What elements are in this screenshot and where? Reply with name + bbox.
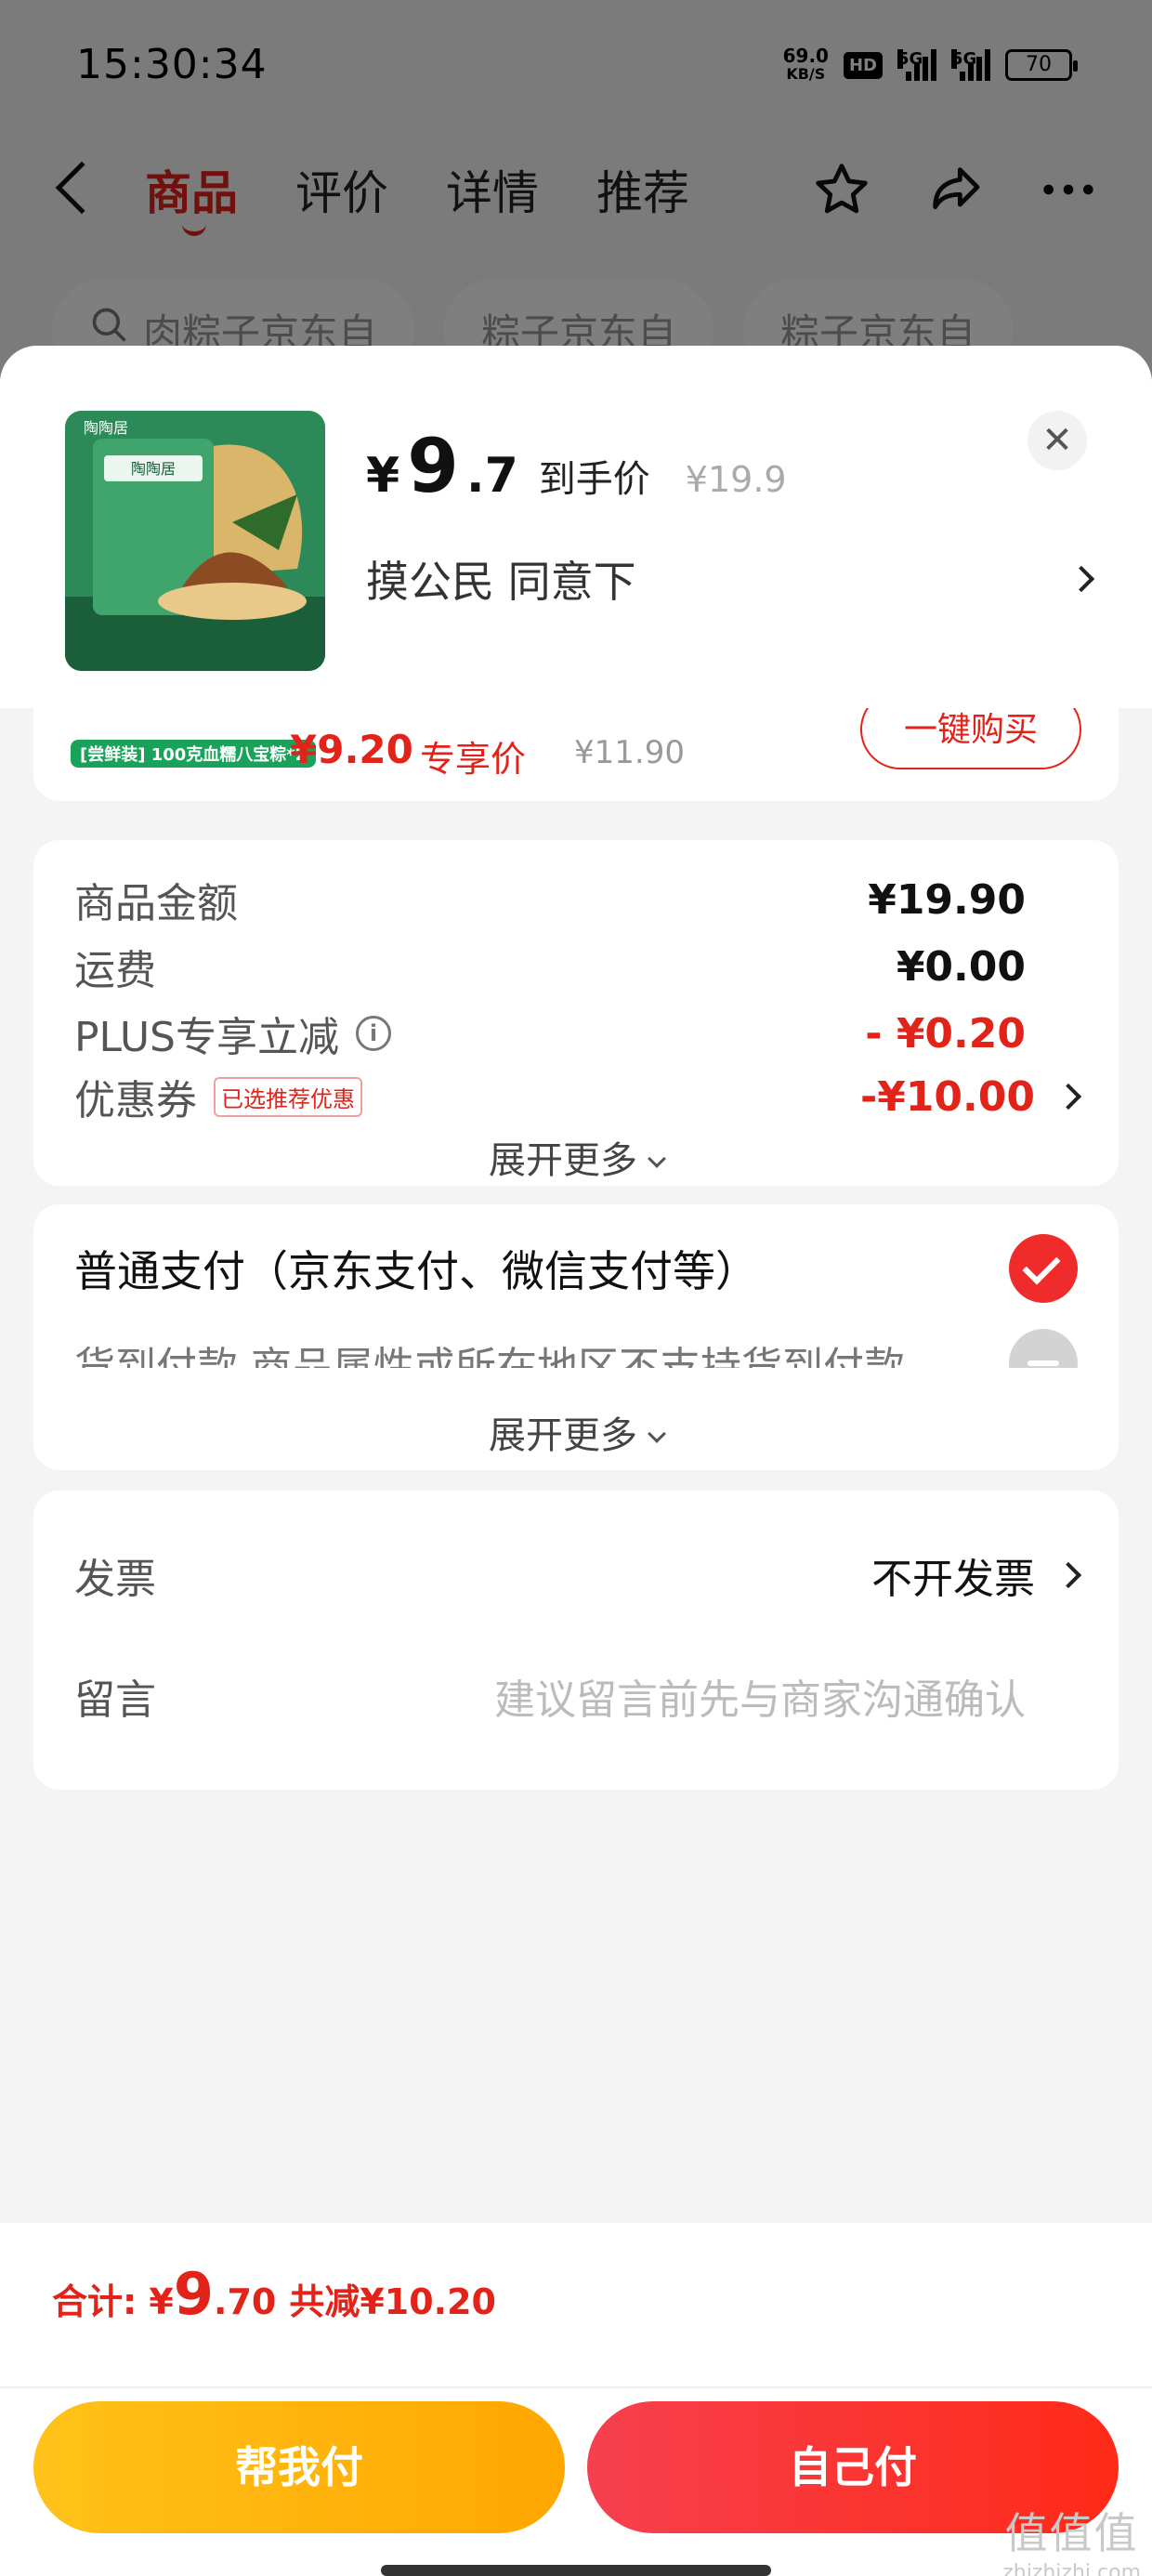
memo-input[interactable]: 建议留言前先与商家沟通确认 (494, 1666, 1078, 1726)
plus-discount-value: - ¥0.20 (865, 1009, 1026, 1058)
checked-icon[interactable] (1009, 1234, 1078, 1303)
watermark: 值值值 zhizhizhi.com (1002, 2508, 1141, 2576)
memo-row[interactable]: 留言 建议留言前先与商家沟通确认 (74, 1665, 1078, 1727)
info-icon[interactable]: i (356, 1016, 391, 1051)
home-indicator[interactable] (381, 2565, 771, 2576)
invoice-memo-card: 发票 不开发票 留言 建议留言前先与商家沟通确认 (33, 1491, 1119, 1790)
spec-text: 摸公民 同意下 (366, 557, 636, 607)
svg-text:陶陶居: 陶陶居 (84, 419, 128, 437)
help-pay-button[interactable]: 帮我付 (33, 2401, 565, 2533)
chevron-down-icon (648, 1150, 666, 1168)
invoice-row[interactable]: 发票 不开发票 (74, 1544, 1082, 1606)
checkout-bar: 合计: ¥ 9 .70 共减¥10.20 帮我付 自己付 (0, 2223, 1152, 2576)
shipping-row: 运费 ¥0.00 (74, 939, 1078, 995)
goods-amount-value: ¥19.90 (868, 875, 1026, 924)
goods-amount-label: 商品金额 (74, 880, 238, 927)
spec-selector[interactable]: 摸公民 同意下 (366, 548, 1095, 610)
goods-amount-row: 商品金额 ¥19.90 (74, 872, 1078, 928)
invoice-label: 发票 (74, 1556, 156, 1603)
price-summary-card: 商品金额 ¥19.90 运费 ¥0.00 PLUS专享立减 i - ¥0.20 … (33, 840, 1119, 1186)
memo-label: 留言 (74, 1676, 156, 1724)
invoice-value: 不开发票 (871, 1556, 1035, 1603)
product-image: 陶陶居 陶陶居 (65, 411, 325, 671)
promo-price: ¥9.20 (290, 727, 413, 772)
price-tag: 到手价 (538, 458, 650, 501)
checkout-sheet: 陶陶居 陶陶居 ¥ 9 .7 到手价 ¥19.9 摸公民 同意下 ✕ [尝鲜装]… (0, 346, 1152, 2576)
coupon-tag: 已选推荐优惠 (214, 1076, 362, 1117)
expand-more-summary[interactable]: 展开更多 (33, 1130, 1119, 1184)
plus-discount-label: PLUS专享立减 (74, 1014, 339, 1061)
dim-overlay[interactable] (0, 0, 1152, 390)
total-saved: 共减¥10.20 (289, 2281, 496, 2322)
coupon-value: -¥10.00 (859, 1072, 1035, 1121)
close-icon: ✕ (1041, 419, 1073, 462)
price-decimal: .7 (465, 448, 518, 504)
total-label: 合计: ¥ (52, 2281, 174, 2322)
promo-badge: [尝鲜装] 100克血糯八宝粽*2 (71, 740, 317, 768)
promo-tag: 专享价 (420, 739, 527, 780)
chevron-down-icon (648, 1425, 666, 1443)
coupon-row[interactable]: 优惠券 已选推荐优惠 -¥10.00 (74, 1069, 1082, 1124)
total-decimal: .70 (214, 2281, 277, 2322)
original-price: ¥19.9 (685, 459, 787, 500)
shipping-label: 运费 (74, 947, 156, 994)
expand-more-payment[interactable]: 展开更多 (33, 1405, 1119, 1459)
payment-normal-label: 普通支付（京东支付、微信支付等） (74, 1246, 758, 1296)
chevron-right-icon (1067, 565, 1095, 593)
shipping-value: ¥0.00 (896, 942, 1026, 991)
svg-text:陶陶居: 陶陶居 (131, 460, 176, 478)
chevron-right-icon (1054, 1561, 1082, 1589)
payment-card-footer: 展开更多 (33, 1368, 1119, 1470)
close-button[interactable]: ✕ (1028, 411, 1087, 470)
total-line: 合计: ¥ 9 .70 共减¥10.20 (52, 2260, 496, 2328)
coupon-label: 优惠券 (74, 1077, 197, 1124)
total-integer: 9 (173, 2260, 215, 2328)
price-symbol: ¥ (366, 448, 400, 504)
price-row: ¥ 9 .7 到手价 ¥19.9 (366, 423, 787, 509)
sheet-header: 陶陶居 陶陶居 ¥ 9 .7 到手价 ¥19.9 摸公民 同意下 ✕ (0, 346, 1152, 708)
promo-original-price: ¥11.90 (574, 734, 685, 771)
divider (0, 2386, 1152, 2388)
payment-normal-row[interactable]: 普通支付（京东支付、微信支付等） (74, 1229, 1078, 1308)
plus-discount-row: PLUS专享立减 i - ¥0.20 (74, 1005, 1078, 1062)
chevron-right-icon (1054, 1083, 1082, 1111)
price-integer: 9 (407, 423, 459, 509)
